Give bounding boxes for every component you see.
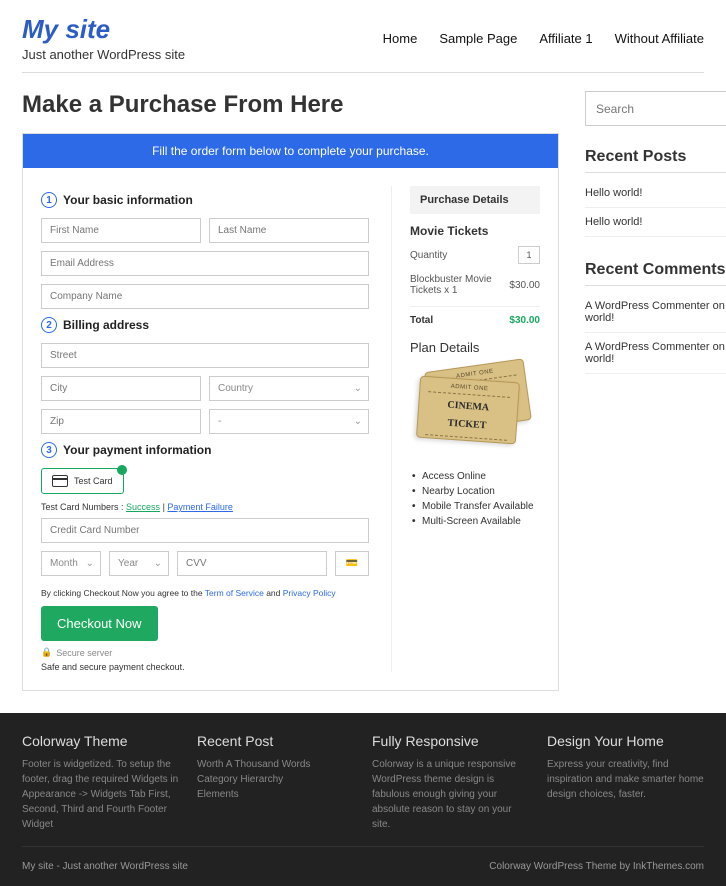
secure-server: 🔒Secure server: [41, 647, 369, 658]
footer-right: Colorway WordPress Theme by InkThemes.co…: [489, 861, 704, 872]
feature-item: Multi-Screen Available: [410, 514, 540, 529]
cvv-input[interactable]: [177, 551, 327, 576]
step-3-icon: 3: [41, 442, 57, 458]
credit-card-input[interactable]: [41, 518, 369, 543]
nav-without-affiliate[interactable]: Without Affiliate: [615, 31, 704, 46]
company-input[interactable]: [41, 284, 369, 309]
tos-link[interactable]: Term of Service: [205, 588, 264, 598]
lock-icon: 🔒: [41, 647, 52, 658]
footer-col-3: Fully ResponsiveColorway is a unique res…: [372, 733, 529, 832]
footer-col-4: Design Your HomeExpress your creativity,…: [547, 733, 704, 832]
month-select[interactable]: Month: [41, 551, 101, 576]
privacy-link[interactable]: Privacy Policy: [283, 588, 336, 598]
tcn-failure-link[interactable]: Payment Failure: [167, 502, 233, 512]
footer-bar: My site - Just another WordPress site Co…: [22, 846, 704, 886]
card-icon: [52, 475, 68, 487]
footer-col-1: Colorway ThemeFooter is widgetized. To s…: [22, 733, 179, 832]
main-nav: Home Sample Page Affiliate 1 Without Aff…: [383, 31, 704, 46]
step-1-icon: 1: [41, 192, 57, 208]
email-input[interactable]: [41, 251, 369, 276]
comment-item: A WordPress Commenter on Hello world!: [585, 333, 726, 374]
quantity-row: Quantity 1: [410, 246, 540, 264]
footer-left: My site - Just another WordPress site: [22, 861, 188, 872]
footer: Colorway ThemeFooter is widgetized. To s…: [0, 713, 726, 886]
brand: My site Just another WordPress site: [22, 14, 185, 62]
sidebar: 🔍 Recent Posts Hello world! Hello world!…: [585, 91, 726, 691]
section-basic-info: 1Your basic information: [41, 192, 369, 208]
recent-posts-title: Recent Posts: [585, 148, 726, 173]
cvv-icon: 💳: [335, 551, 369, 576]
test-card-numbers: Test Card Numbers : Success | Payment Fa…: [41, 502, 369, 512]
recent-comments-title: Recent Comments: [585, 261, 726, 286]
purchase-details-head: Purchase Details: [410, 186, 540, 214]
search-input[interactable]: [596, 102, 726, 116]
purchase-form: Fill the order form below to complete yo…: [22, 133, 559, 691]
recent-comments-widget: Recent Comments A WordPress Commenter on…: [585, 261, 726, 374]
section-billing: 2Billing address: [41, 317, 369, 333]
feature-item: Access Online: [410, 469, 540, 484]
nav-affiliate-1[interactable]: Affiliate 1: [539, 31, 592, 46]
check-icon: [117, 465, 127, 475]
site-title[interactable]: My site: [22, 14, 185, 45]
recent-posts-widget: Recent Posts Hello world! Hello world!: [585, 148, 726, 237]
feature-item: Nearby Location: [410, 484, 540, 499]
line-item: Blockbuster Movie Tickets x 1 $30.00: [410, 274, 540, 296]
country-select[interactable]: Country: [209, 376, 369, 401]
search-box[interactable]: 🔍: [585, 91, 726, 126]
tcn-success-link[interactable]: Success: [126, 502, 160, 512]
zip-input[interactable]: [41, 409, 201, 434]
last-name-input[interactable]: [209, 218, 369, 243]
purchase-wrapper: Fill the order form below to complete yo…: [22, 133, 559, 691]
recent-post-link[interactable]: Hello world!: [585, 187, 642, 199]
comment-author-link[interactable]: A WordPress Commenter: [585, 300, 710, 312]
plan-features: Access Online Nearby Location Mobile Tra…: [410, 469, 540, 529]
recent-post-link[interactable]: Hello world!: [585, 216, 642, 228]
step-2-icon: 2: [41, 317, 57, 333]
header: My site Just another WordPress site Home…: [0, 0, 726, 72]
secure-note: Safe and secure payment checkout.: [41, 662, 369, 672]
product-name: Movie Tickets: [410, 224, 540, 238]
checkout-button[interactable]: Checkout Now: [41, 606, 158, 641]
year-select[interactable]: Year: [109, 551, 169, 576]
agreement-text: By clicking Checkout Now you agree to th…: [41, 588, 369, 598]
comment-author-link[interactable]: A WordPress Commenter: [585, 341, 710, 353]
plan-details-title: Plan Details: [410, 340, 540, 355]
city-input[interactable]: [41, 376, 201, 401]
ticket-image: ADMIT ONE ADMIT ONECINEMATICKET: [410, 365, 540, 455]
street-input[interactable]: [41, 343, 369, 368]
comment-item: A WordPress Commenter on Hello world!: [585, 292, 726, 333]
page-title: Make a Purchase From Here: [22, 91, 559, 119]
footer-col-2: Recent PostWorth A Thousand Words Catego…: [197, 733, 354, 832]
test-card-option[interactable]: Test Card: [41, 468, 124, 494]
header-divider: [22, 72, 704, 73]
nav-sample-page[interactable]: Sample Page: [439, 31, 517, 46]
nav-home[interactable]: Home: [383, 31, 418, 46]
quantity-input[interactable]: 1: [518, 246, 540, 264]
form-banner: Fill the order form below to complete yo…: [23, 134, 558, 168]
state-select[interactable]: -: [209, 409, 369, 434]
first-name-input[interactable]: [41, 218, 201, 243]
feature-item: Mobile Transfer Available: [410, 499, 540, 514]
total-row: Total $30.00: [410, 306, 540, 326]
section-payment: 3Your payment information: [41, 442, 369, 458]
site-tagline: Just another WordPress site: [22, 47, 185, 62]
